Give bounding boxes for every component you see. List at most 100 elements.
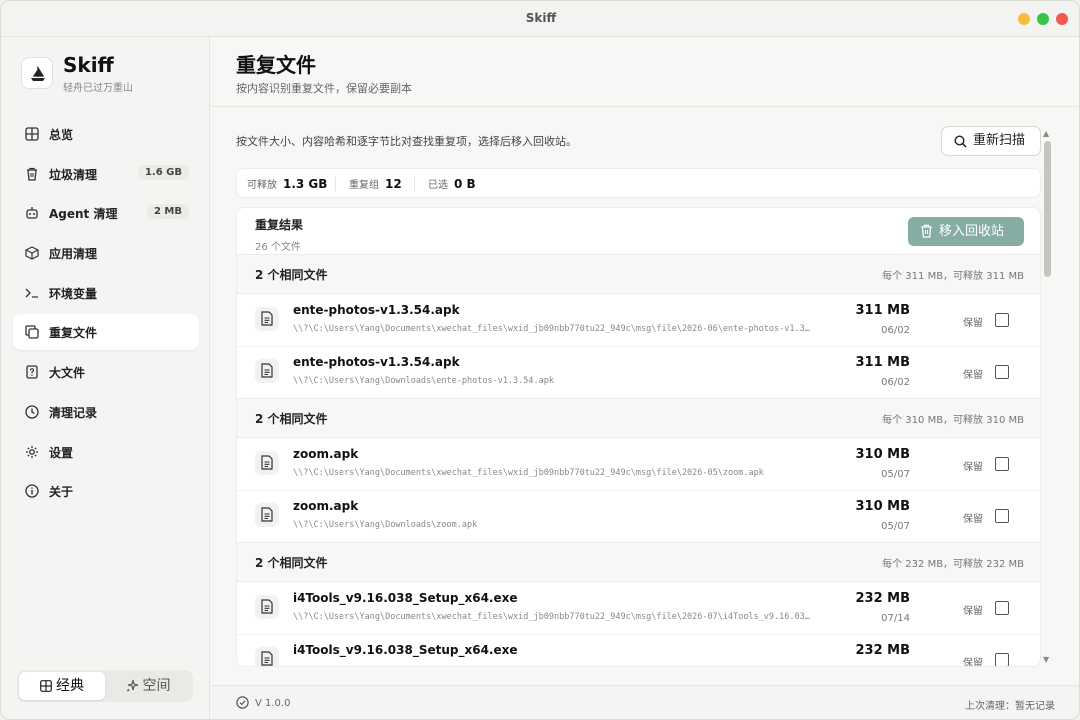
scroll-down-arrow[interactable]: ▼: [1043, 655, 1049, 664]
version-info: V 1.0.0: [236, 696, 290, 709]
file-name: i4Tools_v9.16.038_Setup_x64.exe: [293, 591, 518, 605]
results-count: 26 个文件: [255, 242, 301, 253]
stat-label: 已选: [428, 180, 448, 191]
stat-selected: 已选 0 B: [428, 176, 476, 191]
sidebar-item-label: Agent 清理: [49, 207, 118, 222]
stat-value: 0 B: [454, 177, 476, 191]
keep-checkbox[interactable]: [995, 601, 1009, 615]
mode-classic-button[interactable]: 经典: [19, 672, 105, 700]
file-row[interactable]: zoom.apk \\?\C:\Users\Yang\Documents\xwe…: [237, 439, 1040, 491]
maximize-button[interactable]: [1037, 13, 1049, 25]
file-question-icon: [26, 365, 38, 379]
keep-checkbox[interactable]: [995, 457, 1009, 471]
move-to-trash-label: 移入回收站: [939, 224, 1005, 239]
duplicate-group-header: 2 个相同文件 每个 310 MB，可释放 310 MB: [237, 398, 1040, 438]
move-to-trash-button[interactable]: 移入回收站: [908, 217, 1024, 246]
results-panel: 重复结果 26 个文件 移入回收站 2 个相同文件 每个 311 MB，可释放 …: [236, 207, 1041, 667]
clock-icon: [25, 405, 39, 419]
file-row[interactable]: i4Tools_v9.16.038_Setup_x64.exe 232 MB 保…: [237, 635, 1040, 667]
file-icon: [255, 307, 279, 331]
size-badge: 2 MB: [146, 204, 189, 220]
group-label: 2 个相同文件: [255, 412, 328, 426]
trash-icon: [27, 167, 37, 181]
keep-checkbox[interactable]: [995, 509, 1009, 523]
sidebar-item-history[interactable]: 清理记录: [13, 394, 199, 430]
sidebar-item-junk[interactable]: 垃圾清理 1.6 GB: [13, 156, 199, 192]
stat-divider: [414, 177, 415, 191]
sparkle-icon: [126, 679, 138, 692]
file-date: 05/07: [881, 521, 910, 532]
sidebar-item-duplicates[interactable]: 重复文件: [13, 314, 199, 351]
file-row[interactable]: ente-photos-v1.3.54.apk \\?\C:\Users\Yan…: [237, 295, 1040, 347]
group-label: 2 个相同文件: [255, 556, 328, 570]
brand-tagline: 轻舟已过万重山: [63, 83, 133, 94]
sidebar-item-label: 清理记录: [49, 405, 98, 420]
close-button[interactable]: [1056, 13, 1068, 25]
gear-icon: [26, 445, 38, 458]
main-content: 重复文件 按内容识别重复文件，保留必要副本 按文件大小、内容哈希和逐字节比对查找…: [211, 37, 1079, 719]
scroll-up-arrow[interactable]: ▲: [1043, 129, 1049, 138]
file-path: \\?\C:\Users\Yang\Downloads\zoom.apk: [293, 520, 478, 530]
sidebar-item-env[interactable]: 环境变量: [13, 275, 199, 311]
file-row[interactable]: i4Tools_v9.16.038_Setup_x64.exe \\?\C:\U…: [237, 583, 1040, 635]
file-name: zoom.apk: [293, 499, 359, 513]
keep-label: 保留: [963, 606, 983, 617]
sidebar-item-apps[interactable]: 应用清理: [13, 235, 199, 271]
file-row[interactable]: zoom.apk \\?\C:\Users\Yang\Downloads\zoo…: [237, 491, 1040, 543]
mode-classic-label: 经典: [56, 678, 84, 694]
size-badge: 1.6 GB: [137, 164, 189, 180]
file-icon: [255, 503, 279, 527]
logo: [21, 57, 53, 89]
duplicate-group-header: 2 个相同文件 每个 232 MB，可释放 232 MB: [237, 542, 1040, 582]
keep-label: 保留: [963, 462, 983, 473]
sidebar-item-settings[interactable]: 设置: [13, 434, 199, 470]
file-path: \\?\C:\Users\Yang\Documents\xwechat_file…: [293, 612, 813, 622]
boat-icon: [31, 65, 45, 81]
scrollbar-thumb[interactable]: [1044, 141, 1051, 277]
file-size: 311 MB: [855, 303, 910, 318]
file-date: 06/02: [881, 325, 910, 336]
sidebar-item-label: 关于: [49, 485, 74, 500]
stat-label: 重复组: [349, 180, 379, 191]
file-size: 311 MB: [855, 355, 910, 370]
group-info: 每个 232 MB，可释放 232 MB: [882, 559, 1024, 570]
file-name: ente-photos-v1.3.54.apk: [293, 303, 460, 317]
group-info: 每个 310 MB，可释放 310 MB: [882, 415, 1024, 426]
file-path: \\?\C:\Users\Yang\Documents\xwechat_file…: [293, 468, 764, 478]
file-name: ente-photos-v1.3.54.apk: [293, 355, 460, 369]
keep-checkbox[interactable]: [995, 365, 1009, 379]
keep-label: 保留: [963, 658, 983, 667]
file-size: 232 MB: [855, 643, 910, 658]
box-icon: [25, 246, 39, 260]
sidebar-item-overview[interactable]: 总览: [13, 116, 199, 152]
rescan-button[interactable]: 重新扫描: [941, 126, 1041, 156]
sidebar-item-label: 垃圾清理: [49, 167, 98, 182]
file-icon: [255, 647, 279, 666]
sidebar-item-large-files[interactable]: 大文件: [13, 354, 199, 390]
stat-freeable: 可释放 1.3 GB: [247, 176, 327, 191]
sidebar-item-label: 重复文件: [49, 326, 98, 341]
file-row[interactable]: ente-photos-v1.3.54.apk \\?\C:\Users\Yan…: [237, 347, 1040, 399]
keep-checkbox[interactable]: [995, 313, 1009, 327]
mode-space-label: 空间: [142, 678, 171, 694]
keep-label: 保留: [963, 318, 983, 329]
title-bar: Skiff: [1, 1, 1079, 37]
keep-label: 保留: [963, 370, 983, 381]
sidebar-nav: 总览 垃圾清理 1.6 GB Agent 清理 2 MB 应用清理 环境变量 重…: [13, 116, 199, 513]
sidebar-item-label: 设置: [49, 445, 74, 460]
search-icon: [954, 135, 967, 148]
file-date: 06/02: [881, 377, 910, 388]
grid-icon: [40, 680, 52, 692]
trash-icon: [921, 224, 932, 238]
version-label: V 1.0.0: [255, 698, 291, 709]
rescan-label: 重新扫描: [973, 133, 1026, 148]
keep-checkbox[interactable]: [995, 653, 1009, 666]
minimize-button[interactable]: [1018, 13, 1030, 25]
status-bar: V 1.0.0 上次清理：暂无记录: [211, 685, 1079, 719]
sidebar-item-agent[interactable]: Agent 清理 2 MB: [13, 195, 199, 231]
file-name: zoom.apk: [293, 447, 359, 461]
header-divider: [211, 106, 1079, 107]
sidebar-item-about[interactable]: 关于: [13, 473, 199, 509]
check-circle-icon: [236, 696, 249, 709]
mode-space-button[interactable]: 空间: [105, 672, 191, 700]
